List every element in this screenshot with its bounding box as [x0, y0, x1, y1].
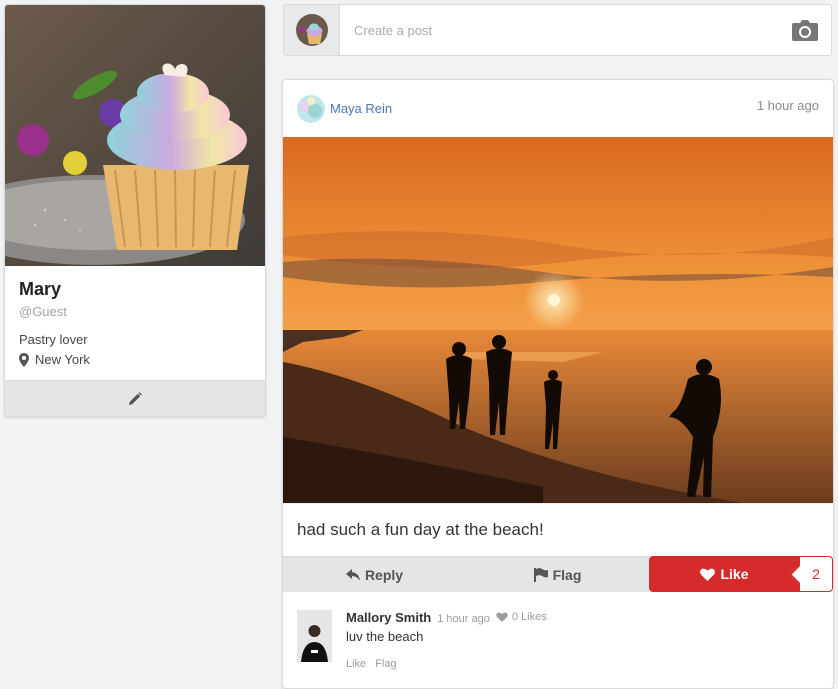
post-author[interactable]: Maya Rein — [297, 94, 392, 123]
create-post-input[interactable] — [340, 5, 779, 55]
profile-handle: @Guest — [19, 304, 67, 319]
like-button[interactable]: Like — [649, 556, 800, 592]
composer-avatar-box — [284, 5, 340, 55]
camera-button[interactable] — [779, 5, 831, 55]
post-actions: Reply Flag Like 2 — [283, 556, 833, 592]
reply-icon — [345, 568, 360, 581]
profile-location-text: New York — [35, 352, 90, 367]
like-control: Like 2 — [649, 556, 833, 592]
comment-actions: Like Flag — [346, 658, 547, 670]
camera-icon — [792, 20, 818, 41]
profile-name: Mary — [19, 279, 62, 299]
avatar — [295, 14, 328, 46]
heart-icon — [700, 568, 716, 581]
profile-location: New York — [19, 351, 251, 369]
map-marker-icon — [19, 353, 29, 367]
post-body-text: had such a fun day at the beach! — [283, 503, 833, 556]
profile-bio: Pastry lover — [19, 332, 88, 347]
comment-body: Mallory Smith 1 hour ago 0 Likes luv the… — [346, 610, 547, 670]
comment-flag-link[interactable]: Flag — [375, 658, 396, 670]
post-photo — [283, 137, 833, 503]
comment-like-link[interactable]: Like — [346, 658, 366, 670]
comment-likes-count: 0 Likes — [511, 611, 547, 623]
flag-button[interactable]: Flag — [466, 556, 649, 592]
heart-icon — [496, 612, 508, 622]
post-timestamp: 1 hour ago — [756, 98, 819, 113]
reply-button[interactable]: Reply — [283, 556, 466, 592]
author-avatar — [297, 94, 325, 123]
like-label: Like — [720, 566, 749, 582]
comment-text: luv the beach — [346, 629, 424, 644]
profile-cover-photo — [5, 5, 265, 266]
post-header: Maya Rein 1 hour ago — [283, 80, 833, 137]
post-card: Maya Rein 1 hour ago had such a fun day … — [282, 79, 834, 689]
comment: Mallory Smith 1 hour ago 0 Likes luv the… — [283, 592, 833, 670]
flag-label: Flag — [552, 566, 582, 583]
edit-profile-button[interactable] — [5, 380, 265, 416]
comment-author[interactable]: Mallory Smith — [346, 610, 431, 625]
reply-label: Reply — [364, 566, 404, 583]
comment-timestamp: 1 hour ago — [437, 613, 490, 625]
like-count-badge: 2 — [800, 556, 833, 592]
comment-likes: 0 Likes — [496, 611, 547, 623]
flag-icon — [533, 567, 548, 582]
comment-avatar — [297, 610, 332, 662]
post-author-name[interactable]: Maya Rein — [330, 101, 392, 116]
profile-card: Mary @Guest Pastry lover New York — [4, 4, 266, 417]
create-post-composer — [283, 4, 832, 56]
pencil-icon — [129, 391, 142, 405]
